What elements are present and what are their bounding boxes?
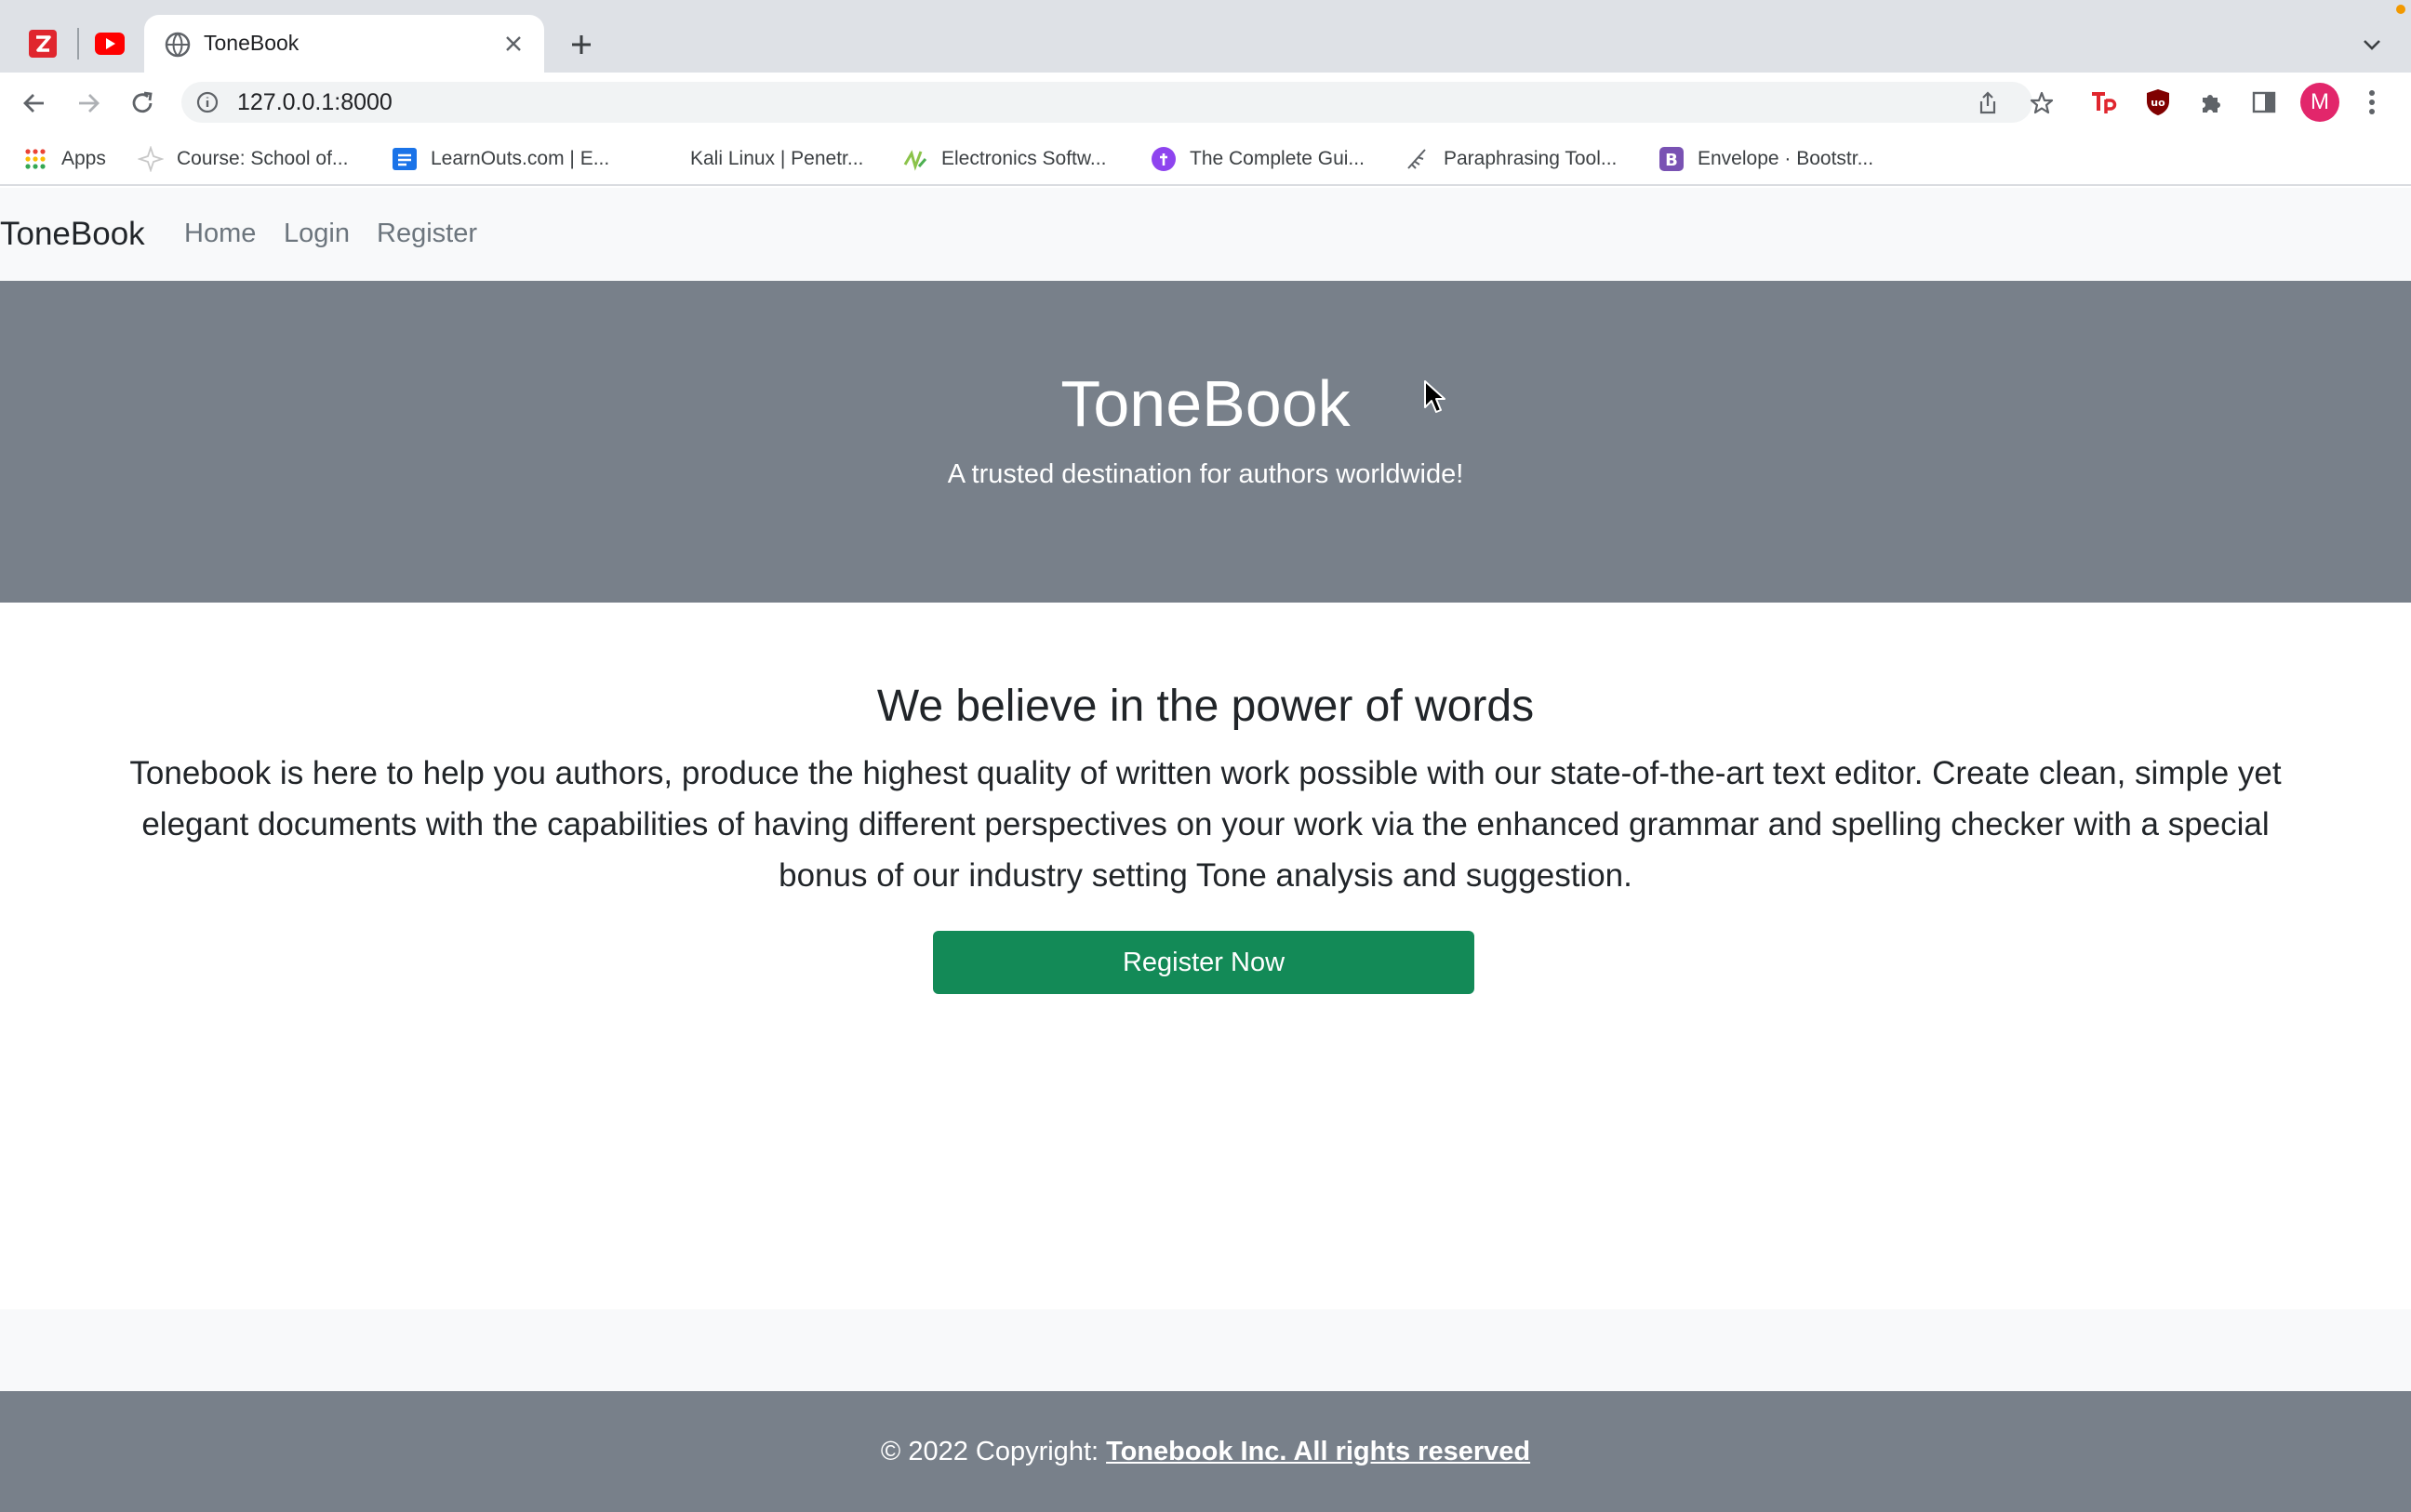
- side-panel-button[interactable]: [2244, 82, 2284, 123]
- reload-button[interactable]: [123, 84, 162, 123]
- reload-icon: [132, 91, 153, 113]
- quill-icon: [1405, 146, 1431, 172]
- tab-tonebook[interactable]: ToneBook: [144, 15, 544, 73]
- bookmark-label: Kali Linux | Penetr...: [690, 148, 864, 169]
- bookmark-label: Envelope · Bootstr...: [1698, 148, 1874, 169]
- close-icon: [506, 36, 521, 51]
- kali-icon: [651, 146, 677, 172]
- nav-link-home[interactable]: Home: [184, 219, 256, 249]
- back-button[interactable]: [15, 84, 54, 123]
- bookmark-learnouts[interactable]: LearnOuts.com | E...: [392, 143, 609, 175]
- mouse-cursor-icon: [1424, 380, 1445, 413]
- star-icon: [2030, 91, 2054, 114]
- arrow-left-icon: [23, 94, 44, 113]
- electronics-icon: [902, 146, 928, 172]
- close-tab-button[interactable]: [498, 28, 529, 60]
- puzzle-icon: [2203, 95, 2220, 113]
- chevron-down-icon: [2364, 40, 2380, 50]
- bookmark-label: The Complete Gui...: [1190, 148, 1365, 169]
- plus-icon: [572, 35, 591, 54]
- bookmark-paraphrasing[interactable]: Paraphrasing Tool...: [1405, 143, 1617, 175]
- share-button[interactable]: [1972, 87, 2004, 119]
- bookmark-label: Apps: [61, 148, 106, 169]
- address-bar[interactable]: 127.0.0.1:8000: [181, 82, 2054, 123]
- bookmark-apps[interactable]: Apps: [22, 143, 106, 175]
- site-footer: © 2022 Copyright: Tonebook Inc. All righ…: [0, 1391, 2411, 1512]
- footer-link[interactable]: Tonebook Inc. All rights reserved: [1106, 1437, 1530, 1467]
- hero-banner: ToneBook A trusted destination for autho…: [0, 281, 2411, 603]
- side-panel-icon: [2252, 91, 2276, 113]
- pinned-tab-zotero[interactable]: [13, 15, 73, 73]
- info-icon[interactable]: [196, 91, 219, 113]
- pinned-tab-youtube[interactable]: [80, 15, 140, 73]
- url-text: 127.0.0.1:8000: [237, 89, 393, 115]
- course-star-icon: [138, 146, 164, 172]
- about-paragraph: Tonebook is here to help you authors, pr…: [129, 755, 2282, 894]
- bookmark-label: Paraphrasing Tool...: [1444, 148, 1618, 169]
- bookmark-course[interactable]: Course: School of...: [138, 143, 348, 175]
- globe-icon: [165, 32, 191, 58]
- svg-text:uo: uo: [2151, 97, 2165, 109]
- tab-separator: [77, 28, 79, 60]
- youtube-icon: [95, 33, 125, 55]
- extension-tone[interactable]: [2084, 82, 2125, 123]
- learnouts-icon: [392, 146, 418, 172]
- bookmark-electronics[interactable]: Electronics Softw...: [902, 143, 1106, 175]
- tab-strip: ToneBook: [0, 0, 2411, 73]
- tone-extension-icon: [2092, 92, 2117, 113]
- site-navbar: ToneBook Home Login Register: [0, 188, 2411, 281]
- bookmark-label: Course: School of...: [177, 148, 349, 169]
- apps-grid-icon: [22, 146, 48, 172]
- arrow-right-icon: [79, 94, 100, 113]
- extension-ublock[interactable]: uo: [2138, 82, 2178, 123]
- nav-link-login[interactable]: Login: [284, 219, 350, 249]
- new-tab-button[interactable]: [562, 25, 601, 64]
- hero-title: ToneBook: [1060, 367, 1351, 440]
- register-now-button[interactable]: Register Now: [933, 931, 1474, 994]
- tab-search-button[interactable]: [2353, 26, 2391, 63]
- hero-subtitle: A trusted destination for authors worldw…: [947, 459, 1464, 489]
- about-heading: We believe in the power of words: [876, 682, 1535, 731]
- kebab-menu-icon: [2369, 90, 2375, 114]
- bookmark-label: LearnOuts.com | E...: [431, 148, 610, 169]
- bootstrap-icon: B: [1658, 146, 1685, 172]
- browser-window: ToneBook 127.0.0.1:8000 uo M Apps Course…: [0, 0, 2411, 1512]
- extensions-button[interactable]: [2191, 82, 2232, 123]
- svg-text:B: B: [1665, 151, 1678, 170]
- navbar-brand[interactable]: ToneBook: [0, 216, 145, 253]
- footer-spacer: [0, 1309, 2411, 1391]
- guide-icon: [1151, 146, 1177, 172]
- tab-title: ToneBook: [204, 31, 300, 55]
- nav-link-register[interactable]: Register: [377, 219, 477, 249]
- share-icon: [1979, 91, 1996, 114]
- browser-menu-button[interactable]: [2351, 82, 2392, 123]
- profile-avatar[interactable]: M: [2300, 83, 2339, 122]
- zotero-icon: [29, 30, 57, 58]
- bookmark-complete-guide[interactable]: The Complete Gui...: [1151, 143, 1365, 175]
- bookmark-star-button[interactable]: [2026, 87, 2058, 119]
- bookmarks-bar: Apps Course: School of... LearnOuts.com …: [0, 132, 2411, 186]
- shield-icon: uo: [2147, 89, 2169, 115]
- bookmark-envelope-bootstrap[interactable]: B Envelope · Bootstr...: [1658, 143, 1873, 175]
- bookmark-kali[interactable]: Kali Linux | Penetr...: [651, 143, 863, 175]
- copyright-text: © 2022 Copyright:: [880, 1436, 1099, 1466]
- bookmark-label: Electronics Softw...: [941, 148, 1107, 169]
- web-page: ToneBook Home Login Register ToneBook A …: [0, 188, 2411, 1512]
- recording-indicator: [2396, 5, 2405, 14]
- forward-button[interactable]: [69, 84, 108, 123]
